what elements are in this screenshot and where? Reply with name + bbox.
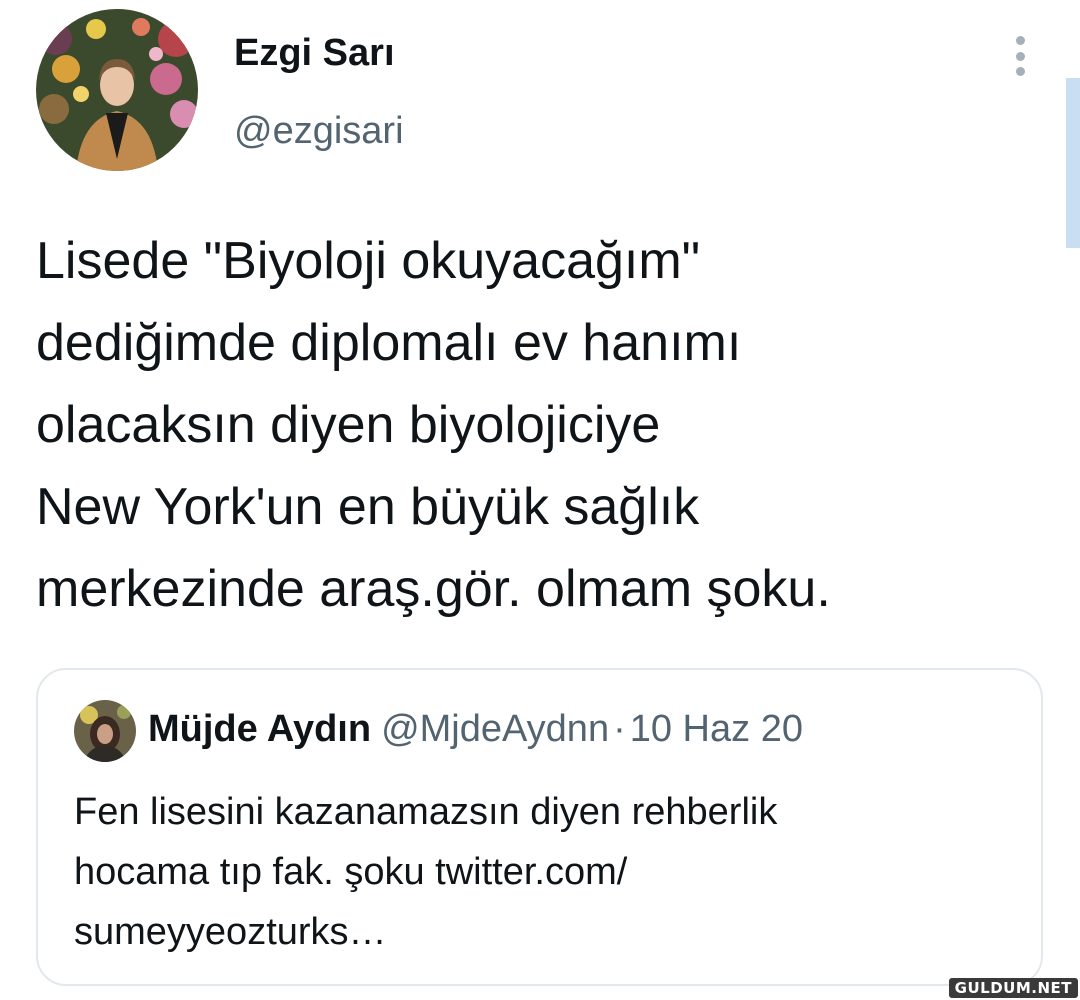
author-handle: @ezgisari: [234, 110, 404, 152]
more-vertical-icon[interactable]: [1000, 34, 1040, 78]
quoted-tweet-header: Müjde Aydın @MjdeAydnn · 10 Haz 20: [148, 708, 803, 751]
tweet-text: Lisede "Biyoloji okuyacağım" dediğimde d…: [36, 220, 1056, 630]
quoted-tweet-date[interactable]: 10 Haz 20: [630, 708, 803, 750]
quoted-tweet-text: Fen lisesini kazanamazsın diyen rehberli…: [74, 782, 1014, 962]
dot: [1015, 51, 1025, 61]
quoted-author-name[interactable]: Müjde Aydın: [148, 708, 371, 750]
tweet-text-line: merkezinde araş.gör. olmam şoku.: [36, 560, 831, 618]
dot: [1015, 67, 1025, 76]
scrollbar-thumb[interactable]: [1066, 78, 1080, 248]
tweet-text-line: Lisede "Biyoloji okuyacağım": [36, 232, 701, 290]
quoted-avatar-photo: [74, 700, 136, 762]
meta-separator: ·: [613, 708, 626, 750]
quoted-text-line: Fen lisesini kazanamazsın diyen rehberli…: [74, 791, 778, 833]
watermark-logo: GULDUM.NET: [948, 978, 1078, 998]
quoted-text-line: sumeyyeozturks…: [74, 911, 387, 953]
tweet-text-line: dediğimde diplomalı ev hanımı: [36, 314, 742, 372]
avatar-photo: [36, 9, 198, 171]
author-display-name[interactable]: Ezgi Sarı: [234, 32, 395, 75]
quoted-tweet-card[interactable]: Müjde Aydın @MjdeAydnn · 10 Haz 20 Fen lise…: [36, 668, 1043, 986]
tweet-text-line: olacaksın diyen biyolojiciye: [36, 396, 661, 454]
tweet-text-line: New York'un en büyük sağlık: [36, 478, 700, 536]
quoted-author-handle: @MjdeAydnn: [381, 708, 610, 750]
quoted-text-line: hocama tıp fak. şoku twitter.com/: [74, 851, 628, 893]
quoted-author-avatar[interactable]: [74, 700, 136, 762]
dot: [1015, 36, 1025, 45]
author-avatar[interactable]: [36, 9, 198, 171]
